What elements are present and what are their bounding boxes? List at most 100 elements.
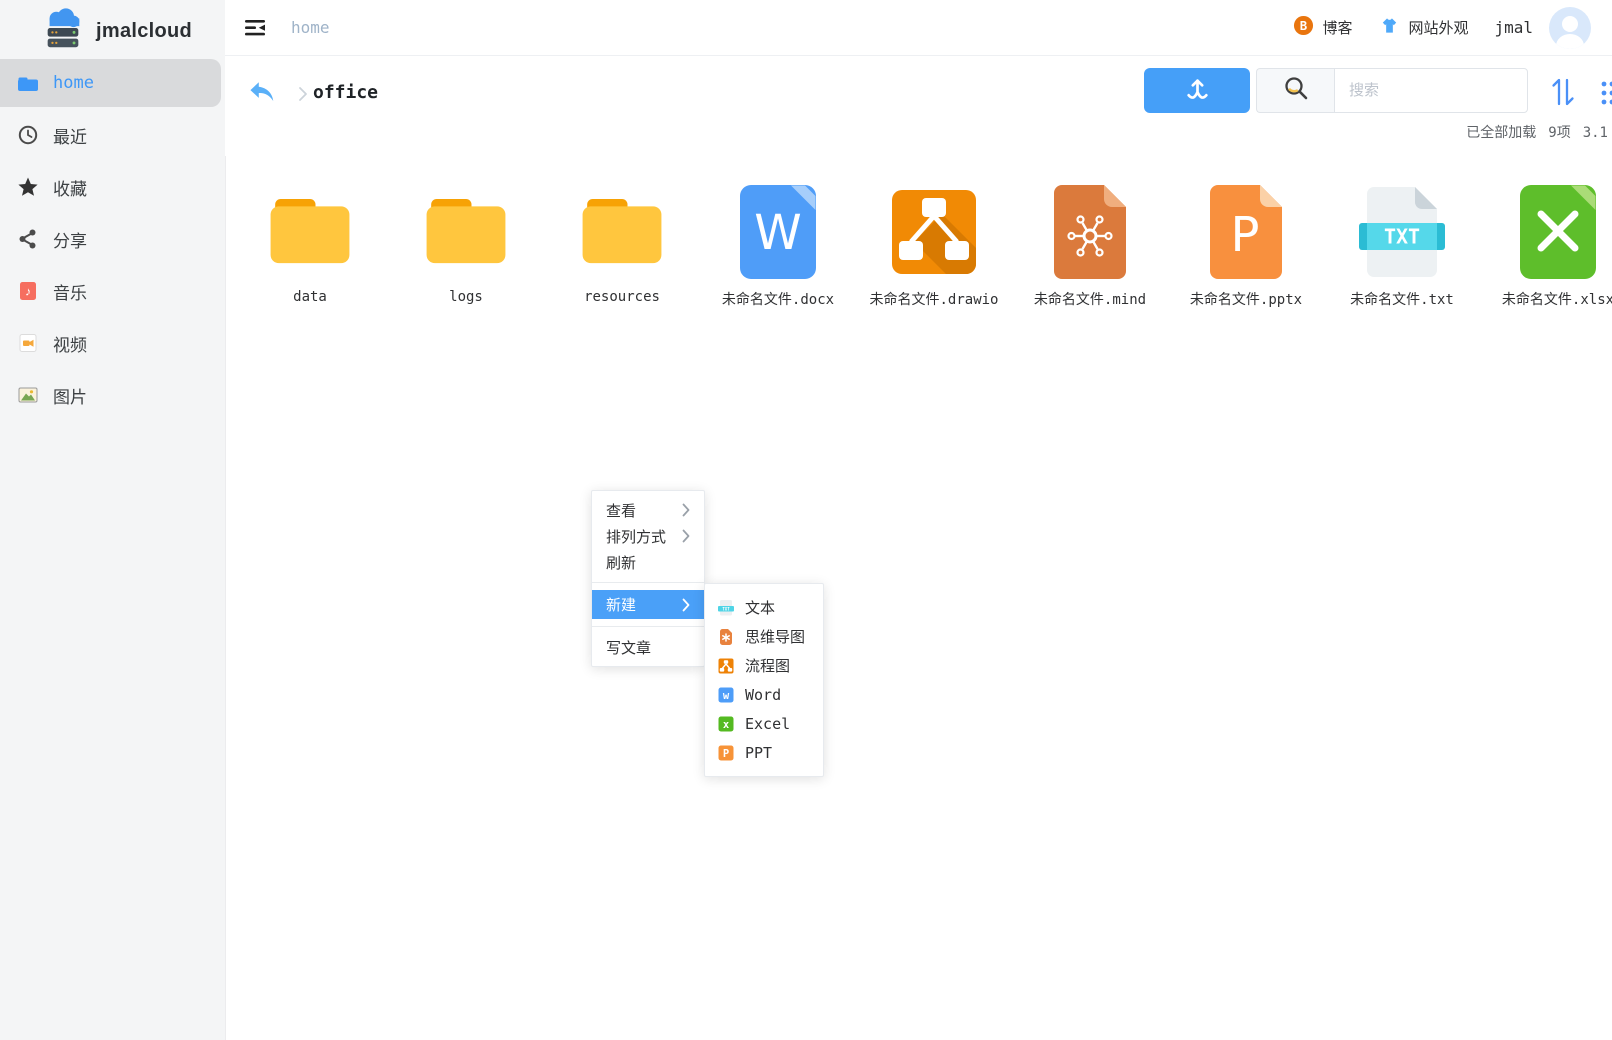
file-name: logs [449,289,483,305]
menu-item-label: 排列方式 [606,526,666,547]
menu-item-write-article[interactable]: 写文章 [592,634,704,660]
file-item-data[interactable]: data [232,180,388,309]
username[interactable]: jmal [1494,18,1533,37]
blog-link-label: 博客 [1322,17,1352,38]
svg-text:w: w [723,690,730,702]
svg-text:TXT: TXT [722,606,730,611]
menu-item-view[interactable]: 查看 [592,497,704,523]
excel-small-icon: x [717,715,735,733]
submenu-item-label: PPT [745,744,772,762]
menu-item-arrange[interactable]: 排列方式 [592,523,704,549]
folder-icon [17,72,39,94]
context-menu: 查看 排列方式 刷新 新建 写文章 [591,490,705,667]
cloud-server-logo-icon [40,6,86,57]
sidebar-item-favorites[interactable]: 收藏 [0,163,221,211]
sidebar-item-label: home [53,73,94,93]
menu-separator [592,582,704,583]
menu-item-new[interactable]: 新建 [592,590,704,619]
txt-document-icon: TXT [1354,180,1450,284]
app-logo[interactable]: jmalcloud [40,6,192,57]
breadcrumb[interactable]: home [291,0,330,55]
submenu-item-ppt[interactable]: P PPT [705,738,823,767]
status-loaded: 已全部加载 [1466,125,1536,141]
topbar-right: B 博客 网站外观 jmal [1293,0,1591,55]
video-file-icon [17,332,39,354]
file-name: 未命名文件.mind [1034,289,1146,309]
search-button[interactable] [1256,68,1334,113]
menu-item-label: 查看 [606,500,636,521]
grid-dots-icon[interactable] [1598,79,1612,107]
avatar[interactable] [1549,7,1591,49]
star-icon [17,176,39,198]
file-item-docx[interactable]: W 未命名文件.docx [700,180,856,309]
svg-text:P: P [723,748,729,760]
file-item-resources[interactable]: resources [544,180,700,309]
status-size: 3.1 [1583,125,1608,141]
avatar-body [1556,34,1584,49]
submenu-item-word[interactable]: w Word [705,680,823,709]
submenu-item-excel[interactable]: x Excel [705,709,823,738]
file-item-mind[interactable]: 未命名文件.mind [1012,180,1168,309]
site-appearance-link[interactable]: 网站外观 [1379,15,1468,40]
file-name: 未命名文件.txt [1350,289,1454,309]
flowchart-icon [886,180,982,284]
submenu-item-mindmap[interactable]: 思维导图 [705,622,823,651]
file-item-xlsx[interactable]: 未命名文件.xlsx [1480,180,1612,309]
file-name: 未命名文件.docx [722,289,834,309]
sidebar-item-video[interactable]: 视频 [0,319,221,367]
sidebar-item-home[interactable]: home [0,59,221,107]
word-document-icon: W [730,180,826,284]
sidebar-item-label: 视频 [53,331,87,356]
file-grid: data logs resources W 未命名文件.docx [232,180,1612,309]
file-name: 未命名文件.drawio [869,289,998,309]
file-item-txt[interactable]: TXT 未命名文件.txt [1324,180,1480,309]
music-file-icon: ♪ [17,280,39,302]
menu-item-label: 写文章 [606,637,651,658]
image-icon [17,384,39,406]
back-icon[interactable] [247,78,277,108]
flowchart-small-icon [717,657,735,675]
status-count: 9项 [1548,125,1570,141]
site-appearance-label: 网站外观 [1408,17,1468,38]
menu-item-label: 刷新 [606,552,636,573]
file-item-pptx[interactable]: P 未命名文件.pptx [1168,180,1324,309]
search-input[interactable] [1334,68,1528,113]
new-submenu: TXT 文本 思维导图 流程图 w Word x Excel [704,583,824,777]
menu-item-refresh[interactable]: 刷新 [592,549,704,575]
submenu-item-label: Excel [745,715,790,733]
submenu-item-label: 文本 [745,597,775,618]
folder-icon [266,180,354,284]
upload-button[interactable] [1144,68,1250,113]
excel-document-icon [1510,180,1606,284]
sidebar-item-music[interactable]: ♪ 音乐 [0,267,221,315]
avatar-head [1562,16,1578,32]
search-group [1256,68,1528,113]
file-name: resources [584,289,660,305]
submenu-item-text[interactable]: TXT 文本 [705,593,823,622]
sort-icon[interactable] [1548,74,1578,110]
svg-text:TXT: TXT [1384,225,1420,249]
file-item-drawio[interactable]: 未命名文件.drawio [856,180,1012,309]
collapse-sidebar-icon[interactable] [243,15,267,39]
sidebar: jmalcloud home 最近 收藏 分享 [0,0,226,1040]
sidebar-item-label: 音乐 [53,279,87,304]
file-item-logs[interactable]: logs [388,180,544,309]
sidebar-item-share[interactable]: 分享 [0,215,221,263]
topbar: home B 博客 网站外观 jmal [225,0,1612,56]
ppt-small-icon: P [717,744,735,762]
ppt-document-icon: P [1198,180,1294,284]
sidebar-item-images[interactable]: 图片 [0,371,221,419]
submenu-item-label: 流程图 [745,655,790,676]
submenu-item-flowchart[interactable]: 流程图 [705,651,823,680]
sidebar-item-label: 最近 [53,123,87,148]
share-icon [17,228,39,250]
current-folder-path[interactable]: office [313,82,378,103]
sidebar-item-recent[interactable]: 最近 [0,111,221,159]
blog-link[interactable]: B 博客 [1293,15,1352,40]
sidebar-item-label: 分享 [53,227,87,252]
menu-separator [592,626,704,627]
status-bar: 已全部加载 9项 3.1 [1454,122,1608,142]
clock-icon [17,124,39,146]
menu-item-label: 新建 [606,594,636,615]
mindmap-document-icon [1042,180,1138,284]
